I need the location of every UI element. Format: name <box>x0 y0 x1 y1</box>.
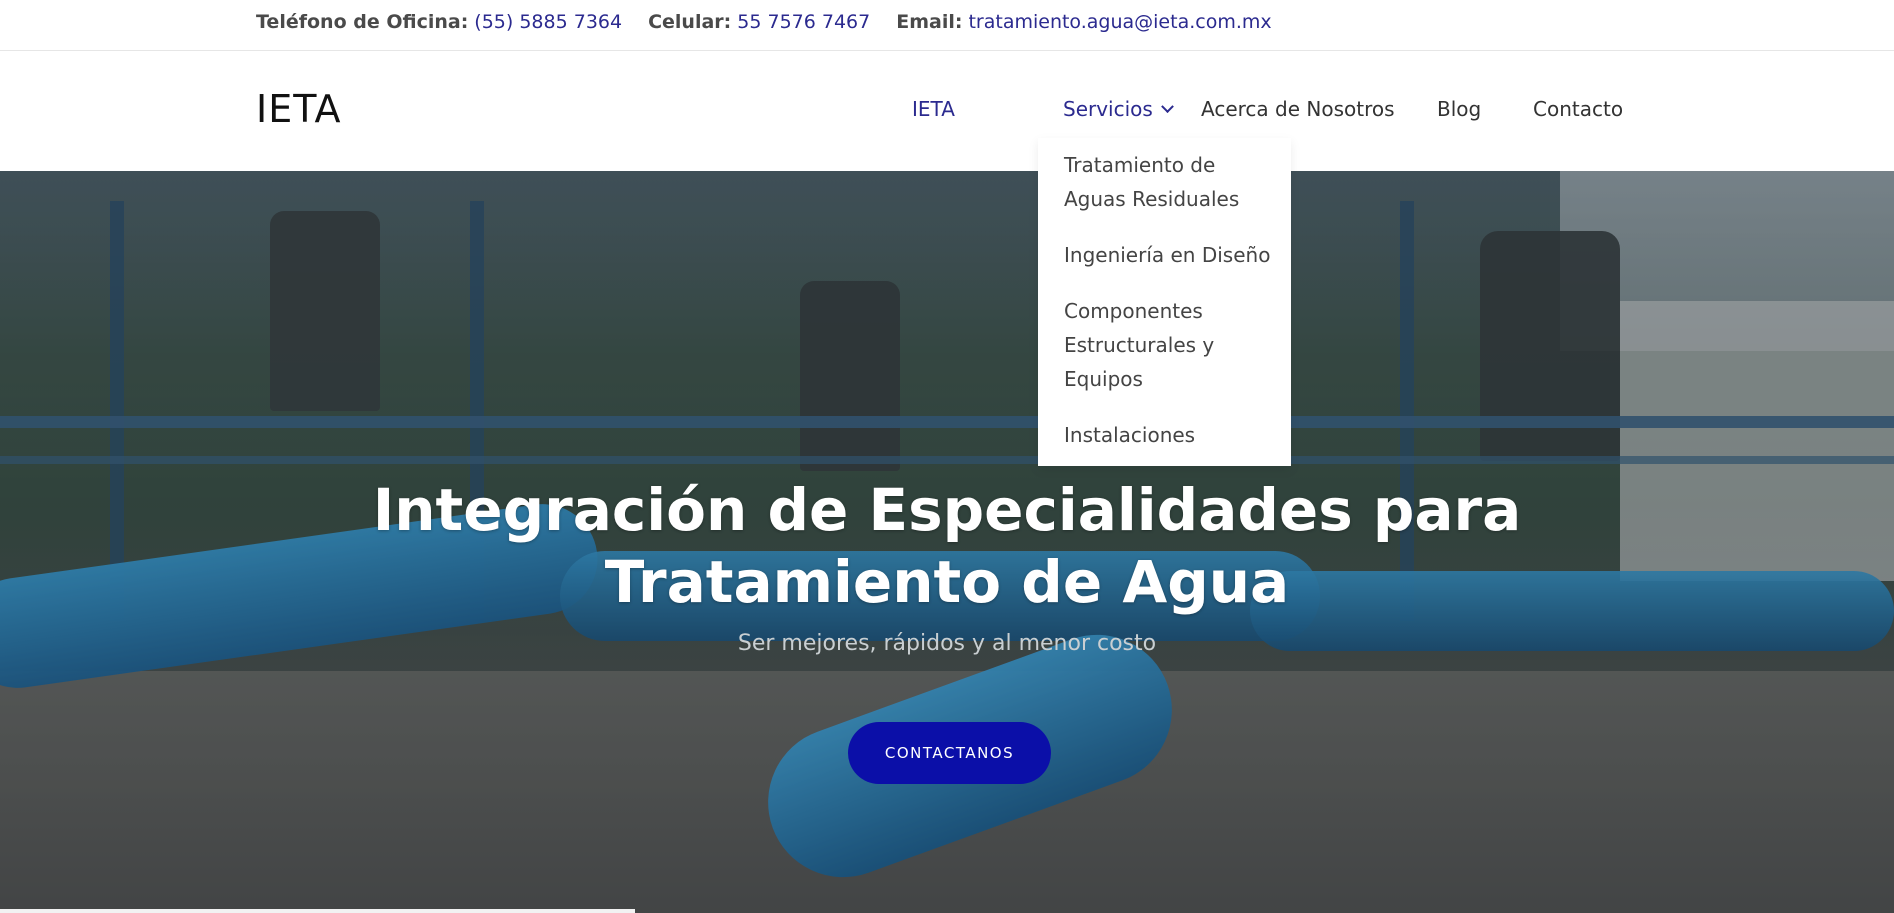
office-phone-label: Teléfono de Oficina: <box>256 11 469 33</box>
cell-phone-label: Celular: <box>648 11 732 33</box>
site-header: IETA IETA Servicios Acerca de Nosotros B… <box>0 51 1894 184</box>
email-link[interactable]: tratamiento.agua@ieta.com.mx <box>968 11 1271 33</box>
office-phone-link[interactable]: (55) 5885 7364 <box>474 11 622 33</box>
contactanos-button[interactable]: CONTACTANOS <box>848 722 1051 784</box>
dropdown-item-ingenieria[interactable]: Ingeniería en Diseño <box>1064 238 1279 272</box>
hero-title: Integración de Especialidades para Trata… <box>0 474 1894 618</box>
nav-servicios[interactable]: Servicios <box>1063 97 1174 121</box>
dropdown-item-componentes[interactable]: Componentes Estructurales y Equipos <box>1064 294 1279 396</box>
hero-section: Integración de Especialidades para Trata… <box>0 171 1894 913</box>
nav-blog[interactable]: Blog <box>1437 97 1481 121</box>
top-info-bar: Teléfono de Oficina: (55) 5885 7364 Celu… <box>0 0 1894 51</box>
chevron-down-icon <box>1160 99 1174 113</box>
bottom-strip <box>0 909 635 913</box>
hero-subtitle: Ser mejores, rápidos y al menor costo <box>737 631 1157 656</box>
main-nav: IETA Servicios Acerca de Nosotros Blog C… <box>0 97 1894 184</box>
hero-title-line2: Tratamiento de Agua <box>604 548 1290 616</box>
nav-contacto[interactable]: Contacto <box>1533 97 1623 121</box>
dropdown-item-instalaciones[interactable]: Instalaciones <box>1064 418 1279 452</box>
cell-phone: Celular: 55 7576 7467 <box>648 11 870 33</box>
email: Email: tratamiento.agua@ieta.com.mx <box>896 11 1271 33</box>
office-phone: Teléfono de Oficina: (55) 5885 7364 <box>256 11 622 33</box>
servicios-dropdown: Tratamiento de Aguas Residuales Ingenier… <box>1038 138 1291 466</box>
nav-acerca-de-nosotros[interactable]: Acerca de Nosotros <box>1201 97 1395 121</box>
nav-servicios-label: Servicios <box>1063 97 1153 121</box>
email-label: Email: <box>896 11 963 33</box>
dropdown-item-tratamiento[interactable]: Tratamiento de Aguas Residuales <box>1064 148 1279 216</box>
cell-phone-link[interactable]: 55 7576 7467 <box>737 11 870 33</box>
nav-ieta[interactable]: IETA <box>912 97 955 121</box>
hero-title-line1: Integración de Especialidades para <box>372 476 1522 544</box>
